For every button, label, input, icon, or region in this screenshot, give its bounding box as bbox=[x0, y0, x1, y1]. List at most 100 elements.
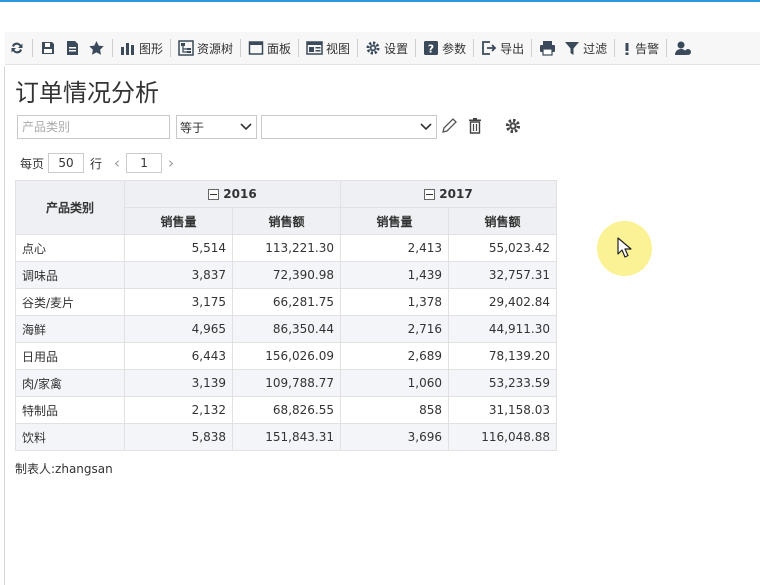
chevron-down-icon bbox=[420, 123, 432, 131]
save-as-icon bbox=[67, 41, 78, 55]
params-label: 参数 bbox=[442, 41, 467, 56]
save-as-button[interactable] bbox=[60, 36, 84, 60]
gear-icon[interactable] bbox=[504, 117, 522, 135]
quantity-cell: 2,413 bbox=[340, 234, 449, 262]
view-icon bbox=[306, 41, 323, 55]
quantity-cell: 858 bbox=[340, 396, 449, 424]
filter-button[interactable]: 过滤 bbox=[560, 36, 611, 60]
sales-cell: 53,233.59 bbox=[448, 369, 557, 397]
toolbar-separator bbox=[112, 39, 113, 57]
year-header[interactable]: 2017 bbox=[340, 180, 557, 208]
year-label: 2017 bbox=[439, 187, 473, 201]
toolbar-separator bbox=[666, 39, 668, 57]
toolbar-separator bbox=[240, 39, 242, 57]
filter-operator-value: 等于 bbox=[180, 120, 205, 135]
trash-icon[interactable] bbox=[467, 117, 483, 135]
table-row: 调味品 3,837 72,390.98 1,439 32,757.31 bbox=[15, 261, 557, 289]
sales-cell: 109,788.77 bbox=[232, 369, 341, 397]
favorite-button[interactable] bbox=[84, 36, 109, 60]
quantity-cell: 2,716 bbox=[340, 315, 449, 343]
sales-cell: 29,402.84 bbox=[448, 288, 557, 316]
sales-cell: 86,350.44 bbox=[232, 315, 341, 343]
quantity-cell: 3,837 bbox=[124, 261, 233, 289]
toolbar-separator bbox=[170, 39, 172, 57]
year-header[interactable]: 2016 bbox=[124, 180, 341, 208]
save-icon bbox=[42, 42, 54, 54]
per-page-label: 每页 bbox=[20, 156, 45, 171]
quantity-cell: 3,175 bbox=[124, 288, 233, 316]
filter-icon bbox=[565, 42, 580, 55]
quantity-cell: 2,689 bbox=[340, 342, 449, 370]
page-number-input[interactable]: 1 bbox=[126, 153, 163, 173]
page-title: 订单情况分析 bbox=[15, 79, 159, 107]
panel-button[interactable]: 面板 bbox=[244, 36, 295, 60]
chevron-down-icon bbox=[240, 123, 252, 131]
category-cell: 谷类/麦片 bbox=[15, 288, 125, 316]
alert-icon bbox=[625, 43, 629, 55]
table-row: 海鲜 4,965 86,350.44 2,716 44,911.30 bbox=[15, 315, 557, 343]
sales-cell: 31,158.03 bbox=[448, 396, 557, 424]
params-button[interactable]: ? 参数 bbox=[419, 36, 470, 60]
resource-tree-button[interactable]: 资源树 bbox=[174, 36, 237, 60]
category-cell: 饮料 bbox=[15, 423, 125, 451]
measure-header: 销售量 bbox=[340, 207, 449, 235]
table-row: 肉/家禽 3,139 109,788.77 1,060 53,233.59 bbox=[15, 369, 557, 397]
table-row: 谷类/麦片 3,175 66,281.75 1,378 29,402.84 bbox=[15, 288, 557, 316]
view-button[interactable]: 视图 bbox=[302, 36, 354, 60]
toolbar-separator bbox=[32, 39, 33, 57]
resource-tree-label: 资源树 bbox=[197, 41, 234, 56]
save-button[interactable] bbox=[36, 36, 60, 60]
export-button[interactable]: 导出 bbox=[477, 36, 528, 60]
category-cell: 肉/家禽 bbox=[15, 369, 125, 397]
refresh-icon bbox=[11, 42, 23, 54]
category-cell: 点心 bbox=[15, 234, 125, 262]
year-label: 2016 bbox=[223, 187, 257, 201]
pencil-icon[interactable] bbox=[440, 117, 458, 135]
quantity-cell: 5,838 bbox=[124, 423, 233, 451]
svg-text:?: ? bbox=[428, 43, 434, 56]
sales-cell: 44,911.30 bbox=[448, 315, 557, 343]
settings-label: 设置 bbox=[384, 41, 409, 56]
view-label: 视图 bbox=[326, 41, 351, 56]
quantity-cell: 1,439 bbox=[340, 261, 449, 289]
rows-label: 行 bbox=[90, 156, 103, 171]
toolbar-separator bbox=[357, 39, 359, 57]
gear-icon bbox=[366, 41, 380, 55]
category-cell: 海鲜 bbox=[15, 315, 125, 343]
collapse-icon[interactable] bbox=[208, 189, 220, 200]
resource-tree-icon bbox=[178, 40, 194, 56]
quantity-cell: 1,378 bbox=[340, 288, 449, 316]
window-top-accent bbox=[0, 0, 760, 2]
panel-label: 面板 bbox=[267, 41, 292, 56]
user-button[interactable] bbox=[670, 36, 696, 60]
refresh-button[interactable] bbox=[5, 36, 29, 60]
table-row: 特制品 2,132 68,826.55 858 31,158.03 bbox=[15, 396, 557, 424]
prev-page-button[interactable]: ‹ bbox=[108, 154, 126, 172]
settings-button[interactable]: 设置 bbox=[361, 36, 412, 60]
quantity-cell: 2,132 bbox=[124, 396, 233, 424]
filter-value-select[interactable] bbox=[261, 115, 437, 139]
sales-cell: 116,048.88 bbox=[448, 423, 557, 451]
sales-cell: 66,281.75 bbox=[232, 288, 341, 316]
category-cell: 日用品 bbox=[15, 342, 125, 370]
print-button[interactable] bbox=[535, 36, 560, 60]
user-icon bbox=[675, 41, 692, 55]
sales-cell: 72,390.98 bbox=[232, 261, 341, 289]
filter-operator-select[interactable]: 等于 bbox=[176, 115, 257, 139]
row-header-category: 产品类别 bbox=[15, 180, 125, 235]
frame-border bbox=[4, 66, 5, 585]
export-icon bbox=[482, 41, 497, 55]
sales-cell: 55,023.42 bbox=[448, 234, 557, 262]
table-row: 点心 5,514 113,221.30 2,413 55,023.42 bbox=[15, 234, 557, 262]
collapse-icon[interactable] bbox=[424, 189, 436, 200]
quantity-cell: 1,060 bbox=[340, 369, 449, 397]
toolbar-separator bbox=[473, 39, 475, 57]
filter-field-input[interactable] bbox=[17, 115, 170, 139]
print-icon bbox=[540, 41, 556, 56]
per-page-input[interactable]: 50 bbox=[48, 153, 85, 173]
sales-cell: 151,843.31 bbox=[232, 423, 341, 451]
chart-button[interactable]: 图形 bbox=[116, 36, 167, 60]
next-page-button[interactable]: › bbox=[162, 154, 180, 172]
alert-button[interactable]: 告警 bbox=[618, 36, 663, 60]
toolbar: 图形 资源树 面板 视图 设置 ? 参数 导出 过滤 告警 bbox=[5, 32, 760, 65]
